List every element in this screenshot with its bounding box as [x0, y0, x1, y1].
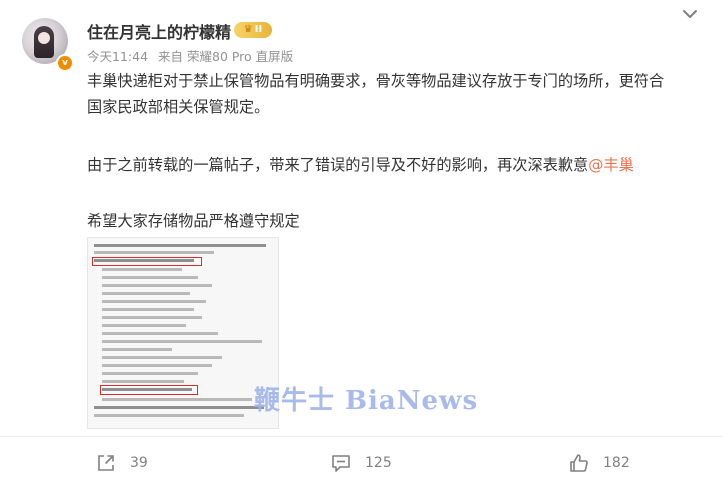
- level-badge[interactable]: ♛ II: [234, 22, 272, 38]
- comment-icon: [332, 455, 350, 472]
- image-text-line: [94, 244, 266, 247]
- image-text-line: [94, 406, 264, 409]
- author-name[interactable]: 住在月亮上的柠檬精: [87, 19, 231, 43]
- post-paragraph-2: 由于之前转载的一篇帖子，带来了错误的引导及不好的影响，再次深表歉意@丰巢: [87, 152, 687, 178]
- watermark: 鞭牛士 BiaNews: [254, 386, 479, 416]
- post-paragraph-1-line-2: 国家民政部相关保管规定。: [87, 98, 270, 116]
- comment-button[interactable]: 125: [331, 452, 392, 474]
- action-bar-divider: [0, 436, 723, 437]
- crown-icon: ♛: [243, 24, 253, 35]
- image-text-line: [102, 398, 252, 401]
- image-text-line: [102, 276, 198, 279]
- share-button[interactable]: 39: [96, 452, 148, 474]
- image-text-line: [102, 348, 172, 351]
- image-text-line: [102, 292, 190, 295]
- image-text-line: [102, 380, 184, 383]
- image-text-line: [94, 414, 244, 417]
- share-count: 39: [130, 455, 148, 471]
- image-text-line: [102, 316, 202, 319]
- mention-link[interactable]: @丰巢: [588, 156, 634, 174]
- post-paragraph-3: 希望大家存储物品严格遵守规定: [87, 212, 300, 230]
- image-text-line: [102, 356, 222, 359]
- post-image[interactable]: [87, 237, 279, 429]
- post-paragraph-1: 丰巢快递柜对于禁止保管物品有明确要求，骨灰等物品建议存放于专门的场所，更符合 国…: [87, 68, 687, 120]
- post-time[interactable]: 今天11:44: [87, 49, 148, 64]
- image-text-line: [102, 268, 182, 271]
- image-text-line: [102, 300, 206, 303]
- image-text-line: [102, 340, 262, 343]
- weibo-post: v 住在月亮上的柠檬精 ♛ II 今天11:44 来自 荣耀80 Pro 直屏版 …: [0, 0, 723, 502]
- post-paragraph-2-text: 由于之前转载的一篇帖子，带来了错误的引导及不好的影响，再次深表歉意: [87, 156, 589, 174]
- post-source: 来自 荣耀80 Pro 直屏版: [158, 49, 294, 64]
- comment-count: 125: [365, 455, 392, 471]
- level-badge-label: II: [254, 24, 263, 35]
- image-text-line: [102, 324, 186, 327]
- image-text-line: [94, 251, 214, 254]
- image-text-line: [94, 259, 194, 262]
- image-text-line: [102, 388, 192, 391]
- avatar-face: [38, 32, 50, 44]
- post-paragraph-1-line-1: 丰巢快递柜对于禁止保管物品有明确要求，骨灰等物品建议存放于专门的场所，更符合: [87, 72, 665, 90]
- image-text-line: [102, 308, 194, 311]
- like-count: 182: [603, 455, 630, 471]
- like-button[interactable]: 182: [569, 452, 630, 474]
- chevron-down-icon[interactable]: [680, 6, 700, 22]
- share-icon: [98, 455, 114, 471]
- thumbs-up-icon: [570, 454, 588, 472]
- image-text-line: [102, 372, 198, 375]
- image-text-line: [102, 364, 212, 367]
- verified-icon: v: [56, 54, 74, 72]
- image-text-line: [102, 284, 212, 287]
- image-text-line: [102, 332, 218, 335]
- post-meta: 今天11:44 来自 荣耀80 Pro 直屏版: [87, 46, 299, 65]
